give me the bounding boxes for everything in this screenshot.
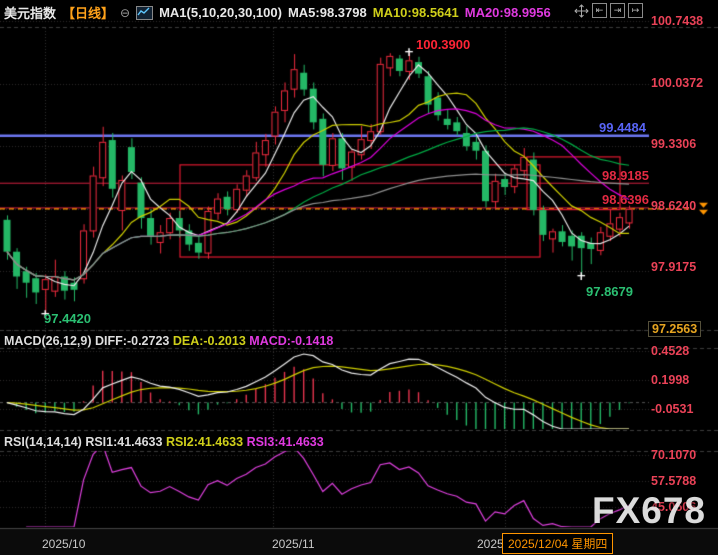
collapse-icon[interactable]: ⊖ (120, 6, 130, 20)
current-date-badge: 2025/12/04 星期四 (502, 533, 613, 554)
watermark-logo: FX678 (592, 490, 706, 532)
chart-app: { "header": { "symbol": "美元指数", "period"… (0, 0, 718, 555)
scroll-end-icon[interactable]: ⇥ (610, 3, 625, 18)
macd-tick-2: 0.1998 (651, 373, 689, 387)
ma-settings-label[interactable]: MA1(5,10,20,30,100) (159, 5, 282, 20)
ma20-value: MA20:98.9956 (465, 5, 551, 20)
macd-header: MACD(26,12,9) DIFF:-0.2723 DEA:-0.2013 M… (4, 334, 333, 348)
resistance2-label: 98.6396 (602, 192, 649, 207)
rsi2-value: RSI2:41.4633 (166, 435, 243, 449)
macd-dea-value: DEA:-0.2013 (173, 334, 246, 348)
macd-diff-value: DIFF:-0.2723 (95, 334, 169, 348)
date-label-nov: 2025/11 (272, 537, 315, 551)
rsi-name[interactable]: RSI(14,14,14) (4, 435, 82, 449)
rsi1-value: RSI1:41.4633 (85, 435, 162, 449)
rsi3-value: RSI3:41.4633 (247, 435, 324, 449)
date-label-oct: 2025/10 (42, 537, 85, 551)
rsi-tick-1: 70.1070 (651, 448, 696, 462)
rsi-header: RSI(14,14,14) RSI1:41.4633 RSI2:41.4633 … (4, 435, 324, 449)
macd-tick-3: -0.0531 (651, 402, 693, 416)
axis-tick-2: 100.0372 (651, 76, 703, 90)
low2-label: 97.8679 (586, 284, 633, 299)
ma5-value: MA5:98.3798 (288, 5, 367, 20)
axis-tick-current-price: 98.6240 (651, 199, 696, 213)
chart-canvas[interactable] (0, 0, 718, 555)
high-price-label: 100.3900 (416, 37, 470, 52)
macd-macd-value: MACD:-0.1418 (249, 334, 333, 348)
rsi-tick-2: 57.5788 (651, 474, 696, 488)
macd-name[interactable]: MACD(26,12,9) (4, 334, 92, 348)
resistance1-label: 98.9185 (602, 168, 649, 183)
jump-latest-icon[interactable]: ↦ (628, 3, 643, 18)
axis-tick-boxed: 97.2563 (648, 321, 701, 337)
axis-tick-3: 99.3306 (651, 137, 696, 151)
macd-tick-1: 0.4528 (651, 344, 689, 358)
ma10-value: MA10:98.5641 (373, 5, 459, 20)
chart-toolbar: ⇤ ⇥ ↦ (574, 3, 643, 18)
axis-tick-5: 97.9175 (651, 260, 696, 274)
axis-tick-1: 100.7438 (651, 14, 703, 28)
symbol-name: 美元指数 (4, 3, 56, 22)
chart-type-icon[interactable] (136, 6, 153, 20)
chart-header: 美元指数【日线】 ⊖ MA1(5,10,20,30,100) MA5:98.37… (4, 3, 551, 22)
scroll-start-icon[interactable]: ⇤ (592, 3, 607, 18)
crosshair-pan-icon[interactable] (574, 4, 589, 18)
period-label[interactable]: 【日线】 (62, 3, 114, 22)
blue-level-label: 99.4484 (599, 120, 646, 135)
low1-label: 97.4420 (44, 311, 91, 326)
